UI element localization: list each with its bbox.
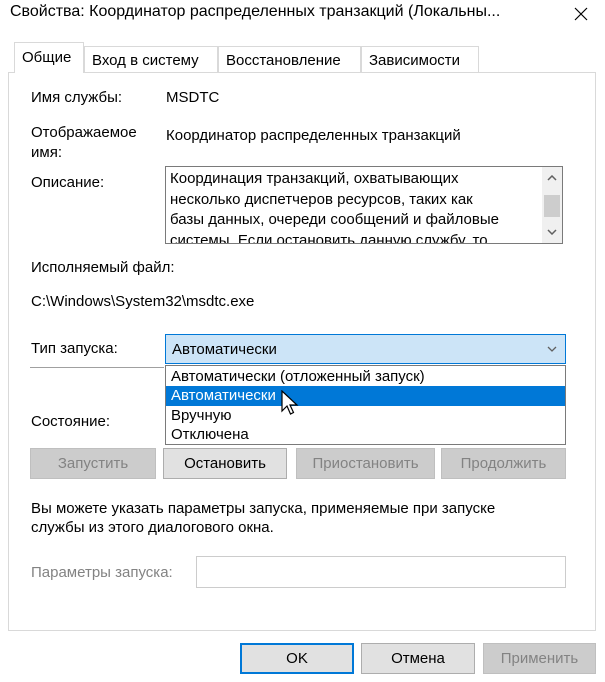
startup-type-value: Автоматически	[172, 341, 277, 358]
startup-type-select[interactable]: Автоматически	[165, 334, 566, 364]
option-disabled[interactable]: Отключена	[166, 425, 565, 445]
tab-dependencies[interactable]: Зависимости	[361, 46, 479, 72]
tab-label: Восстановление	[226, 52, 341, 69]
executable-value: C:\Windows\System32\msdtc.exe	[31, 293, 255, 310]
option-manual[interactable]: Вручную	[166, 406, 565, 426]
cancel-button[interactable]: Отмена	[361, 643, 475, 674]
description-line: системы. Если остановить данную службу, …	[170, 231, 488, 244]
startup-type-label: Тип запуска:	[31, 340, 118, 357]
executable-label: Исполняемый файл:	[31, 259, 175, 276]
option-auto[interactable]: Автоматически	[166, 386, 565, 406]
chevron-down-icon	[547, 346, 557, 352]
separator	[30, 367, 164, 368]
ok-button[interactable]: OK	[240, 643, 354, 674]
tab-general[interactable]: Общие	[14, 42, 84, 73]
description-line: базы данных, очереди сообщений и файловы…	[170, 211, 499, 228]
scroll-up-icon[interactable]	[547, 175, 557, 181]
start-button[interactable]: Запустить	[30, 448, 156, 479]
tab-label: Зависимости	[369, 52, 461, 69]
display-name-label-line2: имя:	[31, 144, 62, 161]
service-name-value: MSDTC	[166, 89, 220, 106]
description-line: несколько диспетчеров ресурсов, таких ка…	[170, 190, 473, 208]
tab-logon[interactable]: Вход в систему	[84, 46, 218, 72]
scroll-thumb[interactable]	[544, 195, 560, 217]
service-name-label: Имя службы:	[31, 89, 123, 106]
display-name-label-line1: Отображаемое	[31, 124, 137, 141]
display-name-value: Координатор распределенных транзакций	[166, 127, 461, 144]
params-label: Параметры запуска:	[31, 564, 173, 581]
tab-label: Вход в систему	[92, 52, 199, 69]
mouse-cursor-icon	[281, 390, 299, 415]
scroll-down-icon[interactable]	[547, 229, 557, 235]
description-label: Описание:	[31, 174, 105, 191]
tab-recovery[interactable]: Восстановление	[218, 46, 361, 72]
description-scrollbar[interactable]	[542, 167, 562, 243]
resume-button[interactable]: Продолжить	[441, 448, 566, 479]
hint-text-line2: службы из этого диалогового окна.	[31, 519, 274, 536]
description-textbox[interactable]: Координация транзакций, охватывающих нес…	[165, 166, 563, 244]
stop-button[interactable]: Остановить	[163, 448, 287, 479]
apply-button[interactable]: Применить	[483, 643, 596, 674]
description-line: Координация транзакций, охватывающих	[170, 170, 459, 187]
hint-text-line1: Вы можете указать параметры запуска, при…	[31, 500, 496, 517]
description-text: Координация транзакций, охватывающих нес…	[170, 169, 536, 244]
close-button[interactable]	[556, 0, 605, 27]
params-input[interactable]	[196, 556, 566, 588]
status-label: Состояние:	[31, 413, 111, 430]
startup-type-dropdown: Автоматически (отложенный запуск) Автома…	[165, 365, 566, 445]
window-title: Свойства: Координатор распределенных тра…	[10, 3, 501, 20]
close-icon	[574, 7, 587, 20]
tab-label: Общие	[22, 49, 72, 66]
option-auto-delayed[interactable]: Автоматически (отложенный запуск)	[166, 367, 565, 387]
pause-button[interactable]: Приостановить	[296, 448, 435, 479]
